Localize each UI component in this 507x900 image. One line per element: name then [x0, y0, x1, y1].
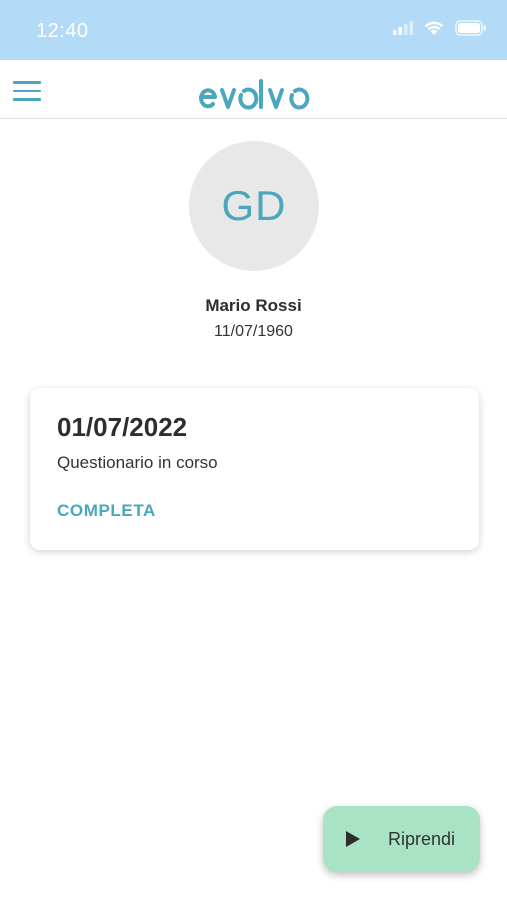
wifi-icon	[424, 21, 444, 35]
avatar-initials: GD	[221, 182, 287, 229]
complete-button[interactable]: COMPLETA	[57, 501, 156, 521]
status-bar: 12:40	[0, 0, 507, 60]
battery-icon	[455, 20, 486, 36]
app-header	[0, 60, 507, 119]
avatar: GD	[189, 141, 319, 271]
signal-icon	[393, 21, 413, 35]
resume-button-label: Riprendi	[388, 829, 456, 849]
resume-button[interactable]: Riprendi	[323, 806, 480, 872]
user-name: Mario Rossi	[205, 296, 302, 315]
questionnaire-status: Questionario in corso	[57, 453, 218, 472]
evolvo-logo	[199, 79, 310, 110]
menu-icon[interactable]	[13, 81, 41, 101]
status-time: 12:40	[36, 20, 89, 42]
status-icons	[393, 20, 487, 36]
user-birth-date: 11/07/1960	[214, 323, 293, 340]
play-icon	[346, 831, 360, 847]
questionnaire-date: 01/07/2022	[57, 412, 188, 442]
questionnaire-card: 01/07/2022 Questionario in corso COMPLET…	[30, 388, 479, 550]
